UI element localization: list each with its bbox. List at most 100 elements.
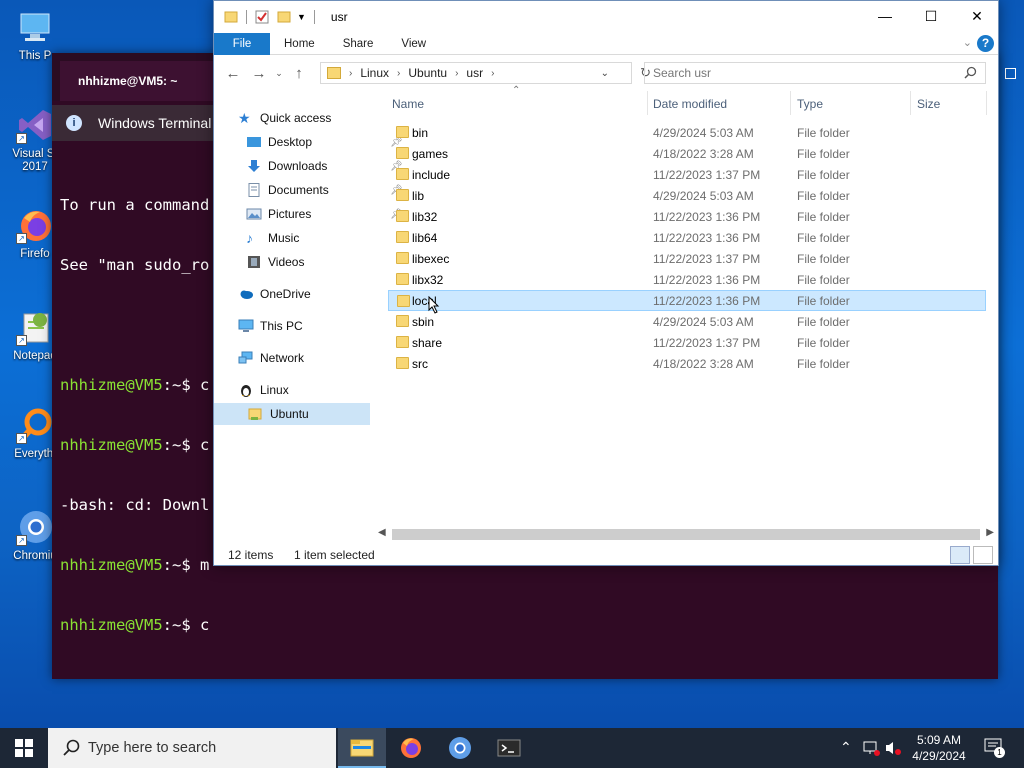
- breadcrumb-usr[interactable]: usr: [466, 66, 483, 80]
- expand-ribbon-icon[interactable]: ⌄: [963, 36, 972, 49]
- terminal-tab[interactable]: nhhizme@VM5: ~: [60, 61, 220, 101]
- taskbar-terminal[interactable]: [485, 728, 533, 768]
- breadcrumb-separator-icon[interactable]: ›: [397, 68, 400, 79]
- file-list[interactable]: Name ⌃ Date modified Type Size bin 4/29/2…: [388, 85, 988, 535]
- taskbar-search-input[interactable]: Type here to search: [48, 728, 336, 768]
- file-row[interactable]: libexec 11/22/2023 1:37 PM File folder: [388, 248, 986, 269]
- nav-item-music[interactable]: ♪ Music: [246, 227, 299, 249]
- file-row[interactable]: libx32 11/22/2023 1:36 PM File folder: [388, 269, 986, 290]
- back-arrow-icon[interactable]: ←: [220, 65, 246, 82]
- column-divider[interactable]: [647, 91, 648, 115]
- file-row[interactable]: games 4/18/2022 3:28 AM File folder: [388, 143, 986, 164]
- file-date: 4/29/2024 5:03 AM: [653, 189, 754, 203]
- maximize-button[interactable]: ☐: [908, 1, 954, 31]
- file-name: bin: [412, 126, 429, 140]
- file-row[interactable]: lib 4/29/2024 5:03 AM File folder: [388, 185, 986, 206]
- scroll-right-icon[interactable]: ▶: [986, 527, 994, 538]
- nav-item-this-pc[interactable]: This PC: [238, 315, 303, 337]
- tab-view[interactable]: View: [387, 33, 440, 55]
- file-row[interactable]: sbin 4/29/2024 5:03 AM File folder: [388, 311, 986, 332]
- notification-badge: 1: [994, 747, 1005, 758]
- details-view-icon[interactable]: [950, 546, 970, 564]
- start-button[interactable]: [0, 728, 48, 768]
- file-row[interactable]: lib64 11/22/2023 1:36 PM File folder: [388, 227, 986, 248]
- recent-locations-icon[interactable]: ⌄: [272, 68, 286, 79]
- help-icon[interactable]: ?: [977, 35, 994, 52]
- notepad-plus-plus-icon: ↗: [16, 308, 54, 346]
- column-header-size[interactable]: Size: [917, 97, 940, 111]
- sort-ascending-icon: ⌃: [512, 85, 521, 96]
- nav-label: OneDrive: [260, 287, 311, 301]
- properties-icon[interactable]: [255, 10, 269, 24]
- minimize-button[interactable]: —: [862, 1, 908, 31]
- volume-muted-icon[interactable]: [884, 740, 902, 756]
- tab-file[interactable]: File: [214, 32, 270, 55]
- nav-item-ubuntu[interactable]: Ubuntu: [214, 403, 370, 425]
- address-bar[interactable]: › Linux › Ubuntu › usr › ⌄ ↻: [320, 62, 651, 84]
- nav-item-videos[interactable]: Videos: [246, 251, 304, 273]
- film-icon: [248, 256, 260, 268]
- terminal-icon: [497, 739, 521, 757]
- show-hidden-icons-chevron-icon[interactable]: ⌃: [840, 739, 852, 756]
- tab-home[interactable]: Home: [270, 33, 329, 55]
- nav-item-documents[interactable]: Documents 📌︎: [246, 179, 403, 201]
- terminal-right-edge-icon[interactable]: [1005, 68, 1016, 79]
- nav-label: Desktop: [268, 135, 313, 149]
- column-header-date-modified[interactable]: Date modified: [653, 97, 727, 111]
- breadcrumb-separator-icon[interactable]: ›: [349, 68, 352, 79]
- file-row-selected[interactable]: local 11/22/2023 1:36 PM File folder: [388, 290, 986, 311]
- nav-item-desktop[interactable]: Desktop 📌︎: [246, 131, 403, 153]
- computer-icon: [16, 8, 54, 46]
- taskbar-firefox[interactable]: [387, 728, 435, 768]
- nav-item-pictures[interactable]: Pictures 📌︎: [246, 203, 403, 225]
- close-button[interactable]: ✕: [954, 1, 1000, 31]
- tab-share[interactable]: Share: [329, 33, 388, 55]
- firefox-icon: ↗: [16, 206, 54, 244]
- title-bar[interactable]: ▼ usr — ☐ ✕: [214, 1, 998, 33]
- scroll-left-icon[interactable]: ◀: [378, 527, 386, 538]
- file-row[interactable]: src 4/18/2022 3:28 AM File folder: [388, 353, 986, 374]
- breadcrumb-separator-icon[interactable]: ›: [455, 68, 458, 79]
- file-row[interactable]: lib32 11/22/2023 1:36 PM File folder: [388, 206, 986, 227]
- folder-icon: [224, 11, 238, 23]
- column-divider[interactable]: [910, 91, 911, 115]
- folder-icon: [396, 252, 409, 264]
- column-divider[interactable]: [790, 91, 791, 115]
- large-icons-view-icon[interactable]: [973, 546, 993, 564]
- music-note-icon: ♪: [246, 230, 253, 246]
- nav-item-quick-access[interactable]: ★ Quick access: [238, 107, 331, 129]
- column-header-name[interactable]: Name: [392, 97, 424, 111]
- address-dropdown-icon[interactable]: ⌄: [601, 68, 609, 79]
- taskbar-file-explorer[interactable]: [338, 728, 386, 768]
- breadcrumb-separator-icon[interactable]: ›: [491, 68, 494, 79]
- up-arrow-icon[interactable]: ↑: [286, 65, 312, 82]
- taskbar-chromium[interactable]: [436, 728, 484, 768]
- nav-label: Ubuntu: [270, 407, 309, 421]
- column-divider[interactable]: [986, 91, 987, 115]
- taskbar-clock[interactable]: 5:09 AM 4/29/2024: [904, 732, 974, 764]
- new-folder-icon[interactable]: [277, 10, 291, 24]
- file-explorer-window[interactable]: ▼ usr — ☐ ✕ File Home Share View ⌄ ? ← →…: [213, 0, 999, 566]
- network-status-icon[interactable]: [862, 740, 880, 756]
- customize-quick-access-icon[interactable]: ▼: [297, 12, 306, 22]
- action-center-icon[interactable]: 1: [984, 738, 1005, 758]
- breadcrumb-ubuntu[interactable]: Ubuntu: [408, 66, 447, 80]
- file-row[interactable]: bin 4/29/2024 5:03 AM File folder: [388, 122, 986, 143]
- terminal-info-text: Windows Terminal: [98, 115, 212, 131]
- scrollbar-thumb[interactable]: [392, 529, 980, 540]
- column-header-type[interactable]: Type: [797, 97, 823, 111]
- file-date: 11/22/2023 1:36 PM: [653, 210, 761, 224]
- nav-item-downloads[interactable]: Downloads 📌︎: [246, 155, 403, 177]
- nav-item-network[interactable]: Network: [238, 347, 304, 369]
- horizontal-scrollbar[interactable]: ◀ ▶: [376, 526, 996, 542]
- nav-item-linux[interactable]: Linux: [238, 379, 289, 401]
- nav-item-onedrive[interactable]: OneDrive: [238, 283, 311, 305]
- search-input[interactable]: Search usr: [644, 62, 986, 84]
- file-row[interactable]: share 11/22/2023 1:37 PM File folder: [388, 332, 986, 353]
- navigation-pane[interactable]: ★ Quick access Desktop 📌︎ Downloads 📌︎ D…: [214, 91, 403, 535]
- file-row[interactable]: include 11/22/2023 1:37 PM File folder: [388, 164, 986, 185]
- forward-arrow-icon[interactable]: →: [246, 65, 272, 82]
- ribbon-tabs: File Home Share View ⌄ ?: [214, 32, 998, 55]
- folder-icon: [248, 408, 262, 420]
- breadcrumb-linux[interactable]: Linux: [360, 66, 389, 80]
